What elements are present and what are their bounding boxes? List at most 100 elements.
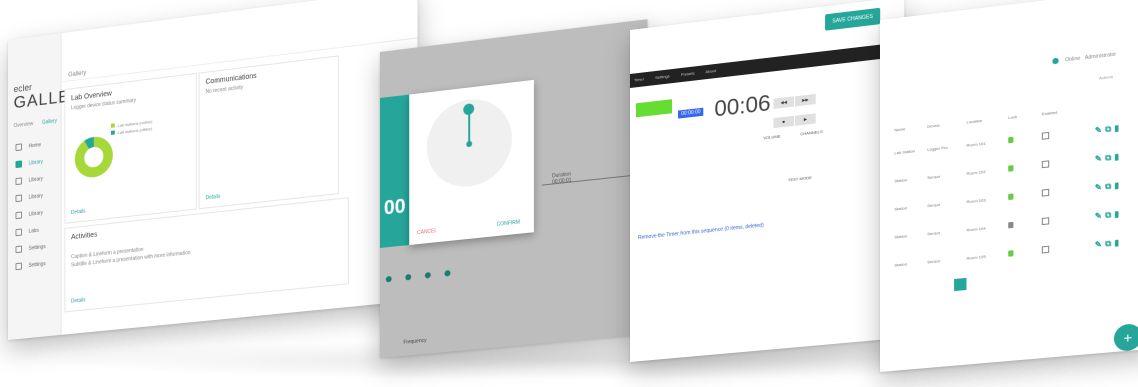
lock-icon [1008, 192, 1014, 200]
col-header[interactable]: Device [927, 119, 966, 128]
library-icon [15, 211, 23, 220]
enabled-checkbox[interactable] [1041, 188, 1050, 197]
radio-dot[interactable] [385, 275, 392, 283]
labs-icon [15, 228, 23, 237]
card-title: Activities [71, 231, 98, 242]
sidebar-item-label: Library [28, 209, 43, 218]
legend-swatch [110, 130, 115, 135]
cell-device: Sensor [927, 201, 941, 208]
lock-icon [1008, 136, 1014, 143]
home-icon [15, 143, 23, 152]
clock-center [466, 140, 473, 148]
sidebar-item-label: Labs [28, 227, 39, 235]
sidebar-item[interactable]: Settings [15, 255, 46, 275]
col-header[interactable]: Lock [1008, 111, 1042, 120]
clock-knob[interactable] [463, 103, 475, 116]
dashboard-panel: Gallery ecler GALLERY Overview Gallery H… [8, 0, 418, 341]
sidebar-item-label: Home [28, 141, 42, 150]
time-value: 00 [383, 195, 406, 220]
col-header[interactable]: Name [894, 123, 927, 132]
time-picker-dialog: CANCEL CONFIRM [409, 79, 534, 246]
cell-device: Sensor [927, 257, 941, 264]
sidebar-nav: Home Library Library Library Library Lab… [15, 136, 46, 276]
sidebar-item-label: Settings [28, 243, 46, 252]
radio-dot[interactable] [405, 273, 412, 281]
pagination-button[interactable] [954, 277, 967, 292]
lock-icon [1008, 164, 1014, 172]
user-menu[interactable]: Administrator [1085, 51, 1116, 61]
communications-card: Communications No recent activity Detail… [198, 55, 339, 210]
devices-table: Name Device Location Lock Enabled Lab St… [894, 94, 1137, 279]
row-actions[interactable]: ✎⧉▮ [1095, 236, 1138, 250]
sidebar-item-label: Settings [28, 260, 46, 269]
sidebar-item-label: Library [28, 175, 43, 184]
time-display: 00 [380, 94, 412, 248]
card-subtitle: No recent activity [205, 84, 244, 96]
status-dot [1052, 57, 1059, 65]
remove-timer-link[interactable]: Remove the Timer from this sequence (0 i… [638, 222, 764, 241]
clock-face[interactable] [426, 94, 512, 191]
transport-controls: ◀◀ ▶▶ ■ ▶ [773, 86, 823, 129]
channels-label: CHANNELS [800, 128, 823, 137]
selected-time[interactable]: 00:00:00 [678, 107, 704, 119]
devices-table-panel: Online Administrator Actions Name Device… [880, 0, 1138, 372]
cell-device: Sensor [927, 173, 941, 180]
row-actions[interactable]: ✎⧉▮ [1095, 207, 1138, 221]
test-mode-label: TEST MODE [787, 174, 812, 183]
time-picker-panel: 00 CANCEL CONFIRM Duration 00:00:01 Freq… [380, 19, 648, 358]
cell-location: Room 104 [966, 225, 986, 232]
actions-header: Actions [1099, 73, 1114, 81]
cell-name: Station [894, 176, 908, 184]
frequency-select[interactable]: Frequency [403, 338, 426, 346]
enabled-checkbox[interactable] [1041, 217, 1050, 226]
status-indicator [635, 99, 673, 118]
sidebar-item-label: Library [28, 158, 43, 167]
settings-icon [15, 262, 23, 271]
legend-swatch [110, 123, 115, 128]
add-button[interactable]: + [1113, 322, 1138, 352]
cell-name: Station [894, 232, 908, 240]
library-icon [15, 177, 23, 186]
play-button[interactable]: ▶ [795, 113, 816, 126]
cell-location: Room 105 [966, 253, 986, 261]
forward-button[interactable]: ▶▶ [795, 93, 816, 107]
row-actions[interactable]: ✎⧉▮ [1095, 121, 1138, 136]
cell-name: Station [894, 260, 908, 268]
confirm-button[interactable]: CONFIRM [497, 219, 520, 227]
card-title: Communications [205, 72, 257, 87]
donut-chart [74, 134, 113, 180]
chart-legend: Lab stations (online) Lab stations (offl… [110, 118, 152, 137]
cell-location: Room 103 [966, 196, 986, 204]
cancel-button[interactable]: CANCEL [417, 228, 437, 236]
row-actions[interactable]: ✎⧉▮ [1095, 150, 1138, 165]
details-link[interactable]: Details [71, 297, 86, 305]
settings-icon [15, 245, 23, 254]
lock-icon [1008, 221, 1014, 228]
menu-bar [630, 41, 905, 88]
radio-dot[interactable] [444, 269, 451, 277]
col-header[interactable]: Enabled [1042, 105, 1095, 116]
radio-dot[interactable] [424, 271, 431, 279]
cell-name: Station [894, 204, 908, 212]
library-icon [15, 194, 23, 203]
enabled-checkbox[interactable] [1041, 160, 1050, 169]
status-text: Online [1065, 55, 1081, 64]
showcase-stage: Gallery ecler GALLERY Overview Gallery H… [0, 0, 1138, 387]
save-changes-button[interactable]: SAVE CHANGES [825, 7, 881, 31]
stop-button[interactable]: ■ [773, 115, 795, 129]
cell-name: Lab Station [894, 147, 916, 155]
library-icon [15, 160, 23, 169]
sidebar-item-label: Library [28, 192, 43, 201]
enabled-checkbox[interactable] [1041, 131, 1050, 140]
rewind-button[interactable]: ◀◀ [773, 96, 795, 109]
cell-location: Room 102 [966, 168, 986, 176]
timer-display: 00:06 [714, 89, 771, 122]
cell-location: Room 101 [966, 140, 986, 148]
details-link[interactable]: Details [71, 208, 86, 216]
details-link[interactable]: Details [206, 194, 221, 202]
user-status: Online Administrator [1052, 51, 1116, 65]
col-header[interactable]: Location [967, 114, 1009, 124]
row-actions[interactable]: ✎⧉▮ [1095, 179, 1138, 194]
enabled-checkbox[interactable] [1041, 245, 1050, 254]
cell-device: Logger Pro [927, 144, 948, 152]
